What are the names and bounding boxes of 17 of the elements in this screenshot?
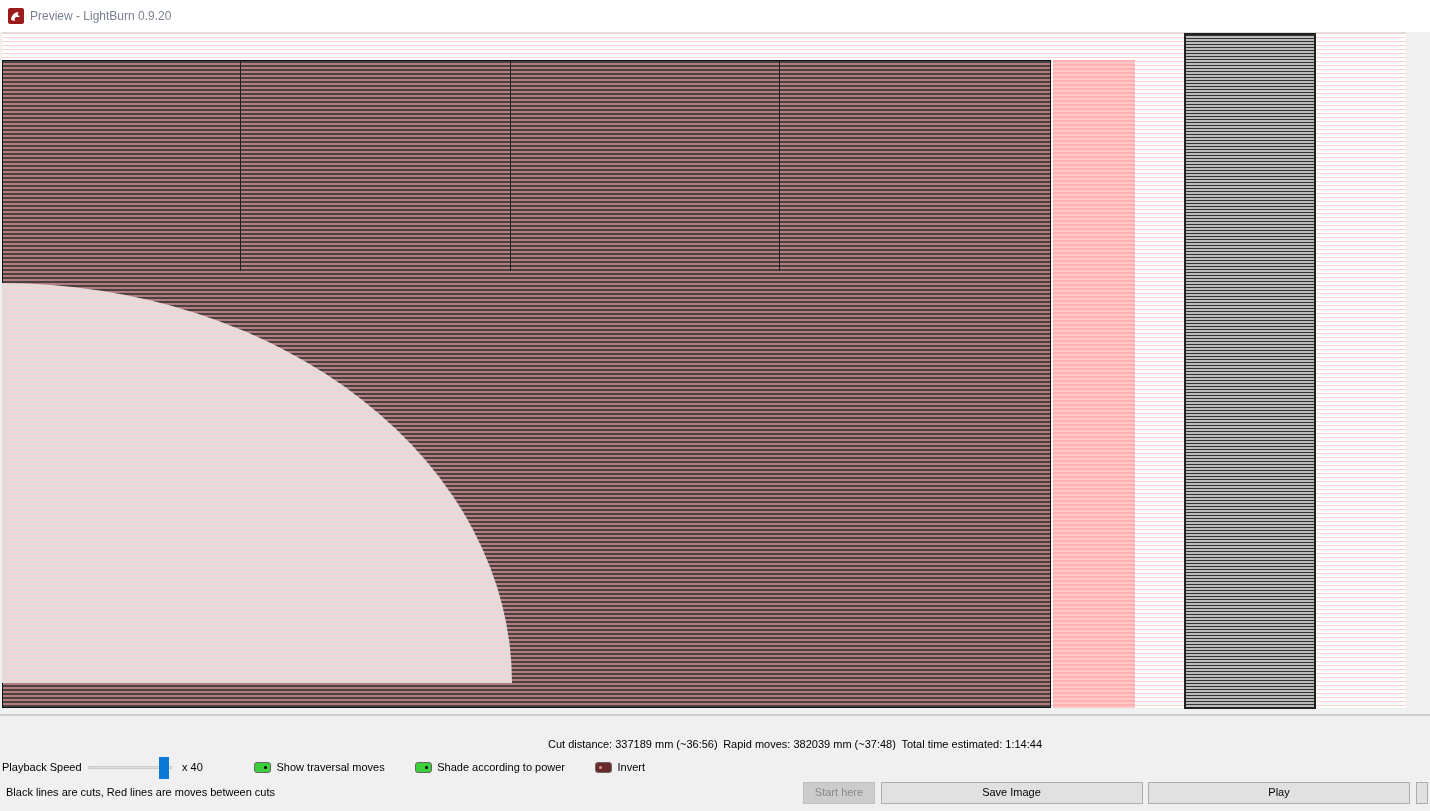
toggle-label: Show traversal moves bbox=[276, 759, 385, 775]
window-title: Preview - LightBurn 0.9.20 bbox=[30, 8, 172, 25]
legend-text: Black lines are cuts, Red lines are moves between cuts bbox=[6, 785, 277, 801]
total-time-text: Total time estimated: 1:14:44 bbox=[901, 737, 1043, 752]
speed-slider[interactable] bbox=[88, 756, 172, 778]
toggle-switch[interactable] bbox=[595, 761, 613, 773]
speed-reading: x 40 bbox=[182, 759, 204, 775]
action-button[interactable]: Save Image bbox=[880, 781, 1143, 804]
app-logo-icon bbox=[8, 8, 24, 24]
toggle-switch[interactable] bbox=[254, 761, 271, 773]
action-button[interactable]: Play bbox=[1148, 781, 1410, 804]
rapid-moves-text: Rapid moves: 382039 mm (~37:48) bbox=[723, 737, 896, 752]
cut-distance-text: Cut distance: 337189 mm (~36:56) bbox=[547, 737, 718, 752]
toggle-switch[interactable] bbox=[414, 761, 432, 773]
playback-speed-label: Playback Speed bbox=[2, 759, 83, 775]
toggle-label: Shade according to power bbox=[437, 759, 566, 775]
toggle-label: Invert bbox=[617, 759, 646, 775]
